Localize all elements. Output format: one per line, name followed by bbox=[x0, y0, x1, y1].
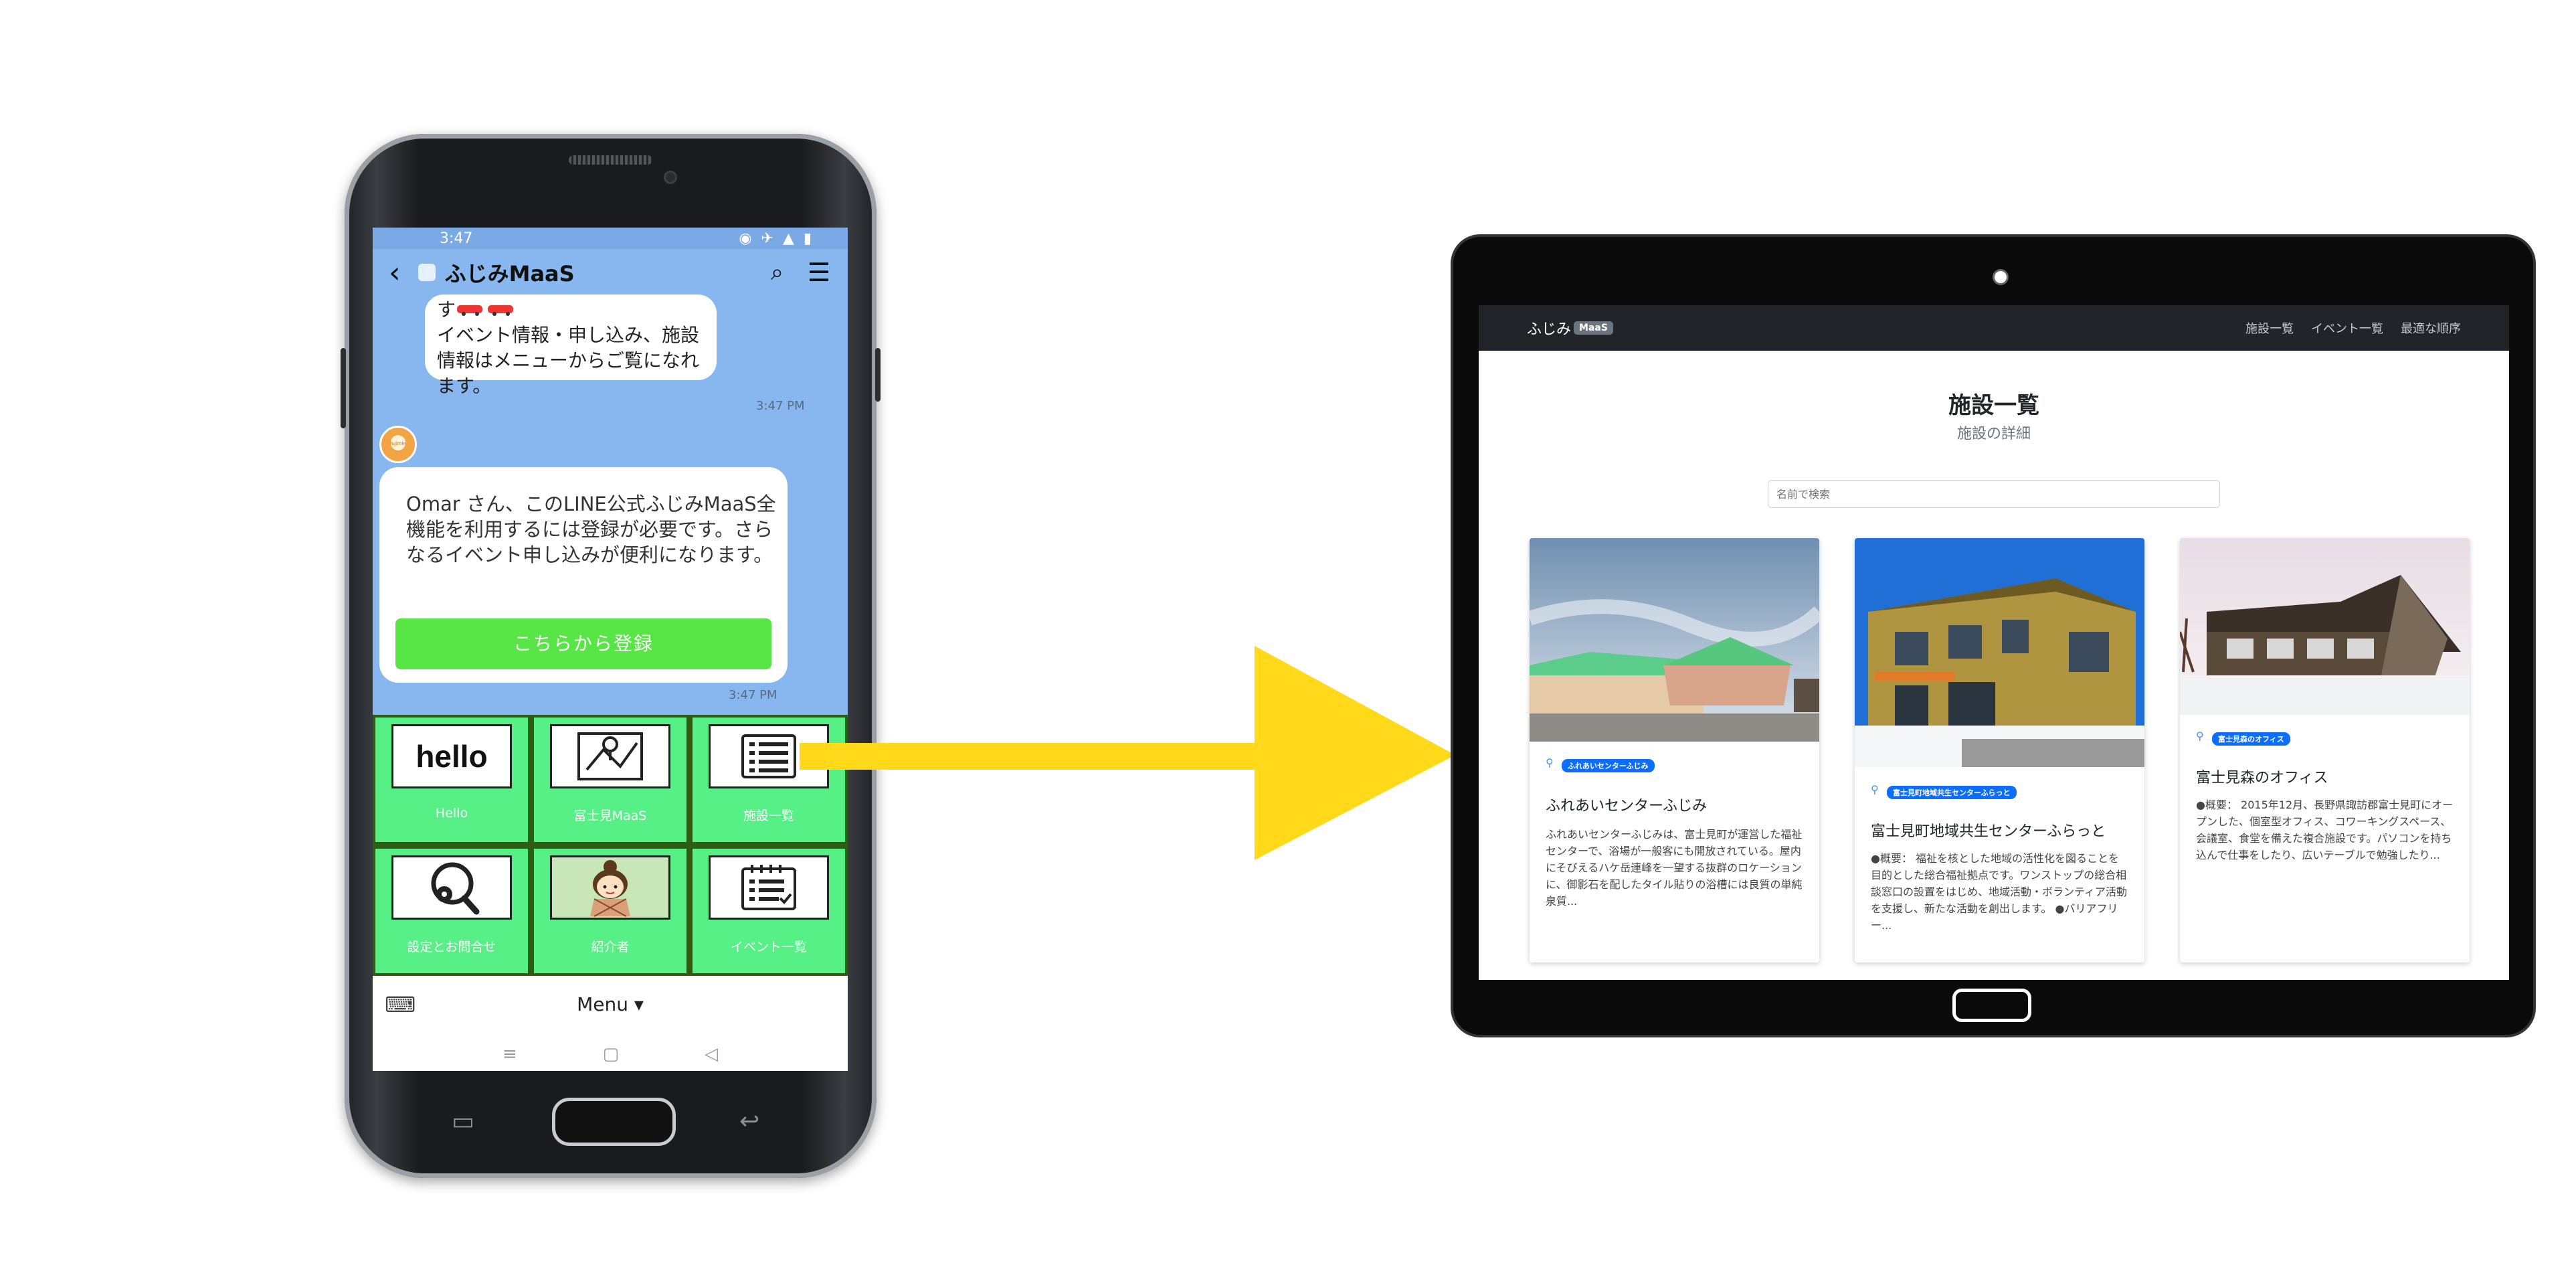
hello-logo-icon: hello bbox=[391, 724, 512, 788]
back-arrow-icon[interactable]: ‹ bbox=[389, 256, 401, 290]
page-title: 施設一覧 bbox=[1948, 392, 2039, 419]
rich-menu-item-settings[interactable]: 設定とお問合せ bbox=[375, 849, 528, 973]
android-nav-bar: ≡ ▢ ◁ bbox=[373, 1037, 848, 1071]
page-subtitle: 施設の詳細 bbox=[1956, 426, 2031, 442]
location-pin-icon: ⚲ bbox=[2196, 730, 2204, 742]
rich-menu-label: Hello bbox=[435, 806, 468, 821]
phone-front-camera bbox=[666, 173, 675, 182]
nav-link-events[interactable]: イベント一覧 bbox=[2311, 319, 2383, 337]
recents-nav-icon[interactable]: ≡ bbox=[502, 1044, 517, 1064]
recent-apps-hw-icon[interactable]: ▭ bbox=[452, 1108, 474, 1135]
rich-menu: hello Hello 富士見MaaS 施設一覧 設定とお問合せ 紹介者 イベン… bbox=[373, 715, 848, 976]
rich-menu-label: 富士見MaaS bbox=[573, 809, 647, 823]
chat-bottom-bar: ⌨ Menu ▾ ≡ ▢ ◁ bbox=[373, 976, 848, 1071]
location-pin-icon: ⚲ bbox=[1546, 756, 1554, 769]
facility-tag: 富士見町地域共生センターふらっと bbox=[1887, 786, 2017, 799]
facility-name: ふれあいセンターふじみ bbox=[1546, 798, 1708, 815]
top-navbar: ふじみ MaaS 施設一覧 イベント一覧 最適な順序 bbox=[1479, 305, 2509, 351]
facility-list-page: ふじみ MaaS 施設一覧 イベント一覧 最適な順序 施設一覧 施設の詳細 ⚲ … bbox=[1479, 305, 2509, 980]
brand-badge: MaaS bbox=[1574, 321, 1613, 335]
tablet-camera bbox=[1993, 269, 2009, 285]
phone-home-button[interactable] bbox=[552, 1098, 676, 1146]
bubble1-line: す bbox=[437, 297, 705, 323]
facility-description: ●概要： 2015年12月、長野県諏訪郡富士見町にオープンした、個室型オフィス、… bbox=[2196, 798, 2454, 861]
rich-menu-label: 紹介者 bbox=[591, 940, 630, 954]
location-pin-icon: ⚲ bbox=[1871, 783, 1879, 796]
message-time: 3:47 PM bbox=[729, 688, 777, 702]
back-hw-icon[interactable]: ↩ bbox=[739, 1108, 759, 1135]
status-icons: ◉✈▲▮ bbox=[739, 230, 821, 247]
facility-card[interactable]: ⚲ ふれあいセンターふじみ ふれあいセンターふじみ ふれあいセンターふじみは、富… bbox=[1530, 538, 1819, 962]
transition-arrow bbox=[800, 646, 1455, 860]
bubble1-text: イベント情報・申し込み、施設情報はメニューからご覧になれます。 bbox=[437, 324, 700, 397]
mascot-image bbox=[550, 855, 670, 920]
registration-message-text: Omar さん、このLINE公式ふじみMaaS全機能を利用するには登録が必要です… bbox=[406, 493, 776, 566]
map-pin-icon bbox=[550, 724, 670, 788]
facility-tag: ふれあいセンターふじみ bbox=[1562, 759, 1655, 772]
status-time: 3:47 bbox=[440, 230, 473, 247]
tablet-home-button[interactable] bbox=[1952, 989, 2031, 1022]
rich-menu-item-mascot[interactable]: 紹介者 bbox=[534, 849, 686, 973]
search-icon[interactable]: ⌕ bbox=[771, 259, 784, 286]
facility-photo bbox=[1530, 538, 1819, 742]
facility-name: 富士見森のオフィス bbox=[2196, 770, 2328, 786]
facility-card[interactable]: ⚲ 富士見森のオフィス 富士見森のオフィス ●概要： 2015年12月、長野県諏… bbox=[2180, 538, 2470, 962]
rich-menu-label: イベント一覧 bbox=[730, 940, 807, 954]
message-time: 3:47 PM bbox=[756, 399, 805, 413]
nav-link-facilities[interactable]: 施設一覧 bbox=[2245, 319, 2294, 337]
bot-avatar[interactable]: fujimin bbox=[379, 426, 417, 463]
gear-search-icon bbox=[391, 855, 512, 920]
facility-description: ふれあいセンターふじみは、富士見町が運営した福祉センターで、浴場が一般客にも開放… bbox=[1546, 828, 1803, 908]
hamburger-menu-icon[interactable]: ☰ bbox=[808, 258, 830, 287]
message-bubble: す イベント情報・申し込み、施設情報はメニューからご覧になれます。 bbox=[425, 295, 717, 397]
menu-toggle-button[interactable]: Menu ▾ bbox=[373, 993, 848, 1015]
rich-menu-item-fujimi-maas[interactable]: 富士見MaaS bbox=[534, 718, 686, 842]
volume-button bbox=[341, 348, 346, 428]
register-button[interactable]: こちらから登録 bbox=[395, 618, 771, 669]
registration-message-bubble: Omar さん、このLINE公式ふじみMaaS全機能を利用するには登録が必要です… bbox=[379, 467, 788, 683]
facility-description: ●概要： 福祉を核とした地域の活性化を図ることを目的とした総合福祉拠点です。ワン… bbox=[1871, 852, 2128, 932]
rich-menu-item-events[interactable]: イベント一覧 bbox=[693, 849, 845, 973]
rich-menu-label: 設定とお問合せ bbox=[407, 940, 496, 954]
nav-link-optimal-order[interactable]: 最適な順序 bbox=[2401, 319, 2461, 337]
line-chat-screen: 3:47 ◉✈▲▮ ‹ ふじみMaaS ⌕ ☰ す イベント情報・申し込み、施設… bbox=[373, 228, 848, 1071]
car-emoji-icon bbox=[457, 305, 514, 316]
rich-menu-item-hello[interactable]: hello Hello bbox=[375, 718, 528, 842]
power-button bbox=[875, 348, 881, 402]
facility-card[interactable]: ⚲ 富士見町地域共生センターふらっと 富士見町地域共生センターふらっと ●概要：… bbox=[1855, 538, 2144, 962]
facility-name: 富士見町地域共生センターふらっと bbox=[1871, 823, 2106, 840]
chat-title: ふじみMaaS bbox=[444, 261, 575, 286]
facility-tag: 富士見森のオフィス bbox=[2212, 732, 2290, 746]
search-input[interactable] bbox=[1768, 480, 2220, 508]
calendar-list-icon bbox=[709, 855, 829, 920]
facility-photo bbox=[1855, 538, 2144, 767]
facility-photo bbox=[2180, 538, 2470, 715]
brand-logo[interactable]: ふじみ MaaS bbox=[1527, 317, 1613, 339]
home-nav-icon[interactable]: ▢ bbox=[603, 1044, 620, 1064]
verified-shield-icon bbox=[418, 264, 436, 281]
back-nav-icon[interactable]: ◁ bbox=[705, 1044, 718, 1064]
status-bar: 3:47 ◉✈▲▮ bbox=[373, 228, 848, 249]
nav-links: 施設一覧 イベント一覧 最適な順序 bbox=[2245, 319, 2461, 337]
phone-speaker bbox=[569, 155, 652, 165]
chat-header: ‹ ふじみMaaS ⌕ ☰ bbox=[373, 249, 848, 296]
